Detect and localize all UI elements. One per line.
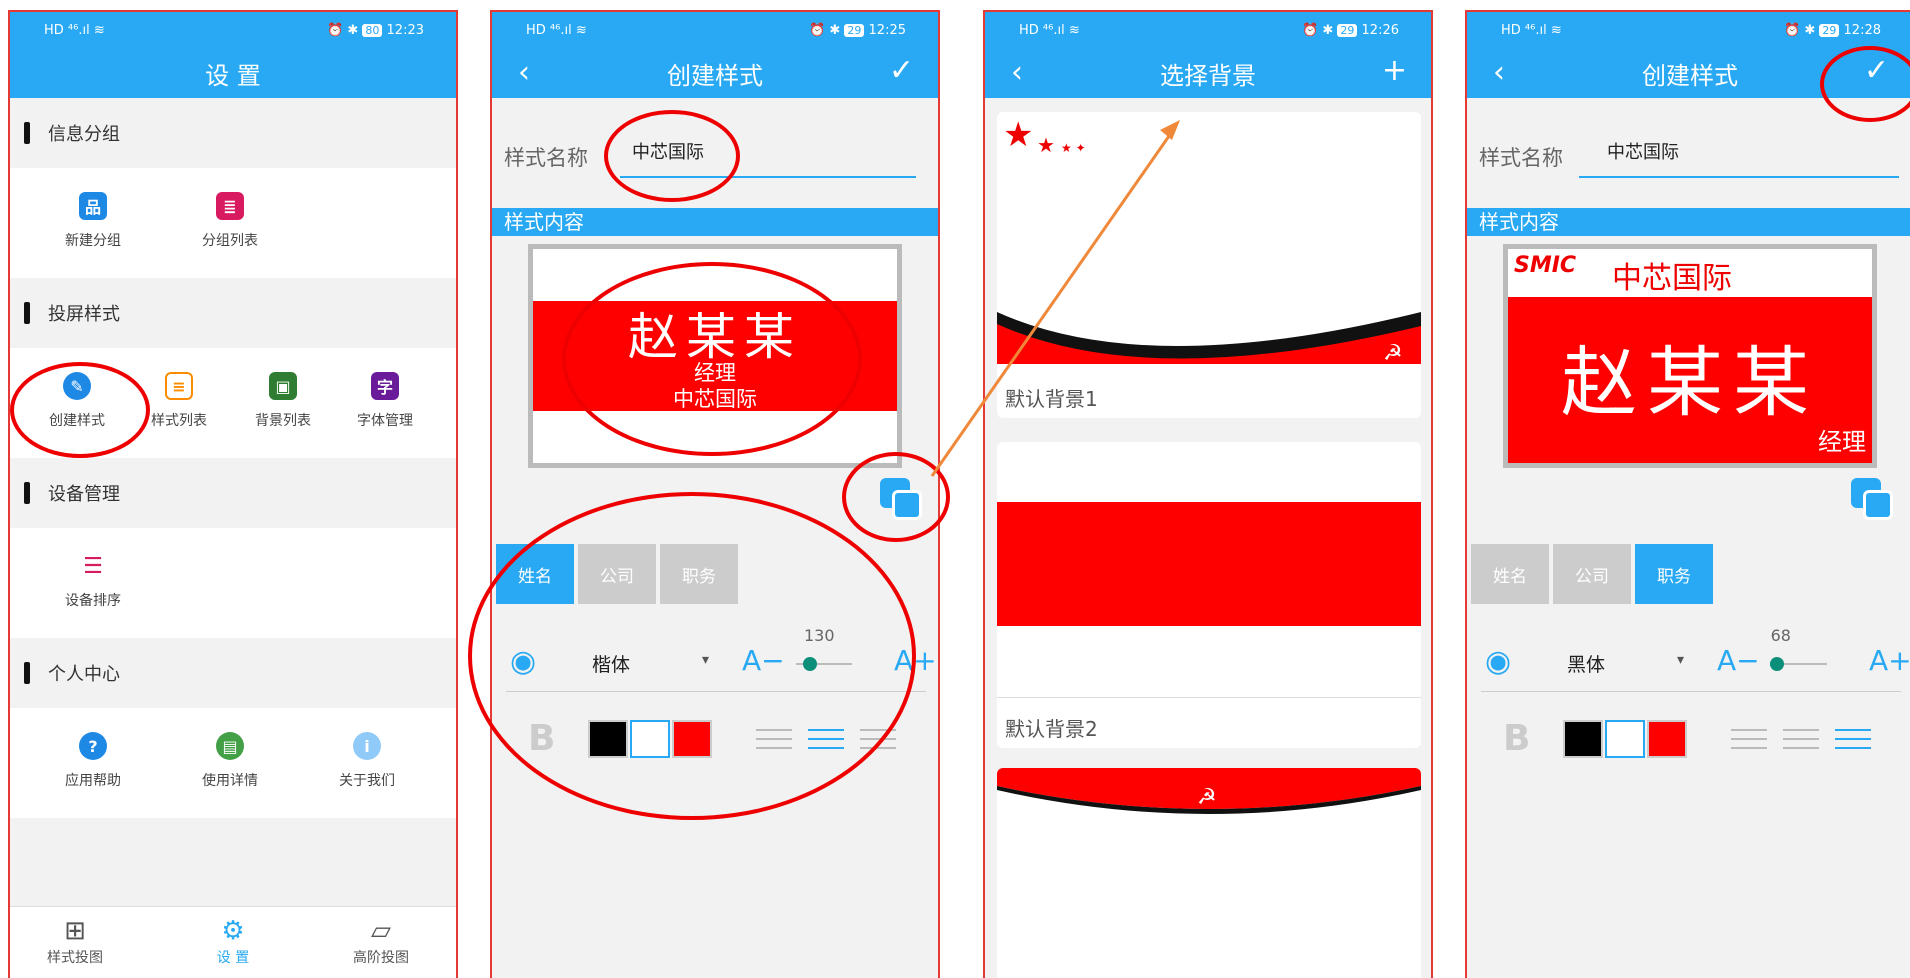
tutorial-collage: HD ⁴⁶.ıl ≋ ⏰ ✱ 80 12:23 设 置 信息分组 品新建分组 ≣ 分… [0,0,1910,978]
annotation-arrow [930,120,1180,477]
